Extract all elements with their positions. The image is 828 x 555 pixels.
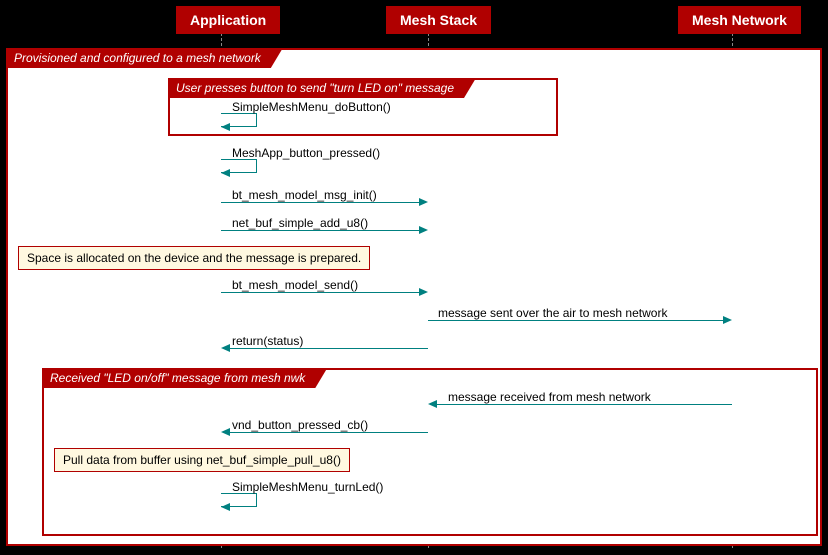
arrow-4-head bbox=[419, 226, 428, 234]
self-arrow-2-head bbox=[221, 169, 230, 177]
arrow-4 bbox=[221, 230, 420, 231]
arrow-3-head bbox=[419, 198, 428, 206]
arrow-9-head bbox=[221, 428, 230, 436]
arrow-5 bbox=[221, 292, 420, 293]
note-pull-data: Pull data from buffer using net_buf_simp… bbox=[54, 448, 350, 472]
msg-turn-led: SimpleMeshMenu_turnLed() bbox=[232, 480, 383, 494]
arrow-8-head bbox=[428, 400, 437, 408]
participant-mesh-stack: Mesh Stack bbox=[386, 6, 491, 34]
arrow-5-head bbox=[419, 288, 428, 296]
participant-application: Application bbox=[176, 6, 280, 34]
msg-model-msg-init: bt_mesh_model_msg_init() bbox=[232, 188, 377, 202]
group-user-presses-label: User presses button to send "turn LED on… bbox=[168, 78, 476, 98]
msg-net-buf-add: net_buf_simple_add_u8() bbox=[232, 216, 368, 230]
arrow-7 bbox=[230, 348, 428, 349]
msg-do-button: SimpleMeshMenu_doButton() bbox=[232, 100, 391, 114]
sequence-diagram: Application Mesh Stack Mesh Network Prov… bbox=[0, 0, 828, 555]
arrow-9 bbox=[230, 432, 428, 433]
msg-sent-over-air: message sent over the air to mesh networ… bbox=[438, 306, 667, 320]
msg-vnd-callback: vnd_button_pressed_cb() bbox=[232, 418, 368, 432]
group-provisioned-label: Provisioned and configured to a mesh net… bbox=[6, 48, 283, 68]
group-received-label: Received "LED on/off" message from mesh … bbox=[42, 368, 327, 388]
msg-model-send: bt_mesh_model_send() bbox=[232, 278, 358, 292]
self-arrow-1-head bbox=[221, 123, 230, 131]
arrow-6 bbox=[428, 320, 724, 321]
arrow-8 bbox=[437, 404, 732, 405]
msg-button-pressed: MeshApp_button_pressed() bbox=[232, 146, 380, 160]
participant-mesh-network: Mesh Network bbox=[678, 6, 801, 34]
arrow-6-head bbox=[723, 316, 732, 324]
self-arrow-10-head bbox=[221, 503, 230, 511]
msg-received-from-network: message received from mesh network bbox=[448, 390, 651, 404]
note-space-allocated: Space is allocated on the device and the… bbox=[18, 246, 370, 270]
arrow-7-head bbox=[221, 344, 230, 352]
arrow-3 bbox=[221, 202, 420, 203]
msg-return-status: return(status) bbox=[232, 334, 303, 348]
